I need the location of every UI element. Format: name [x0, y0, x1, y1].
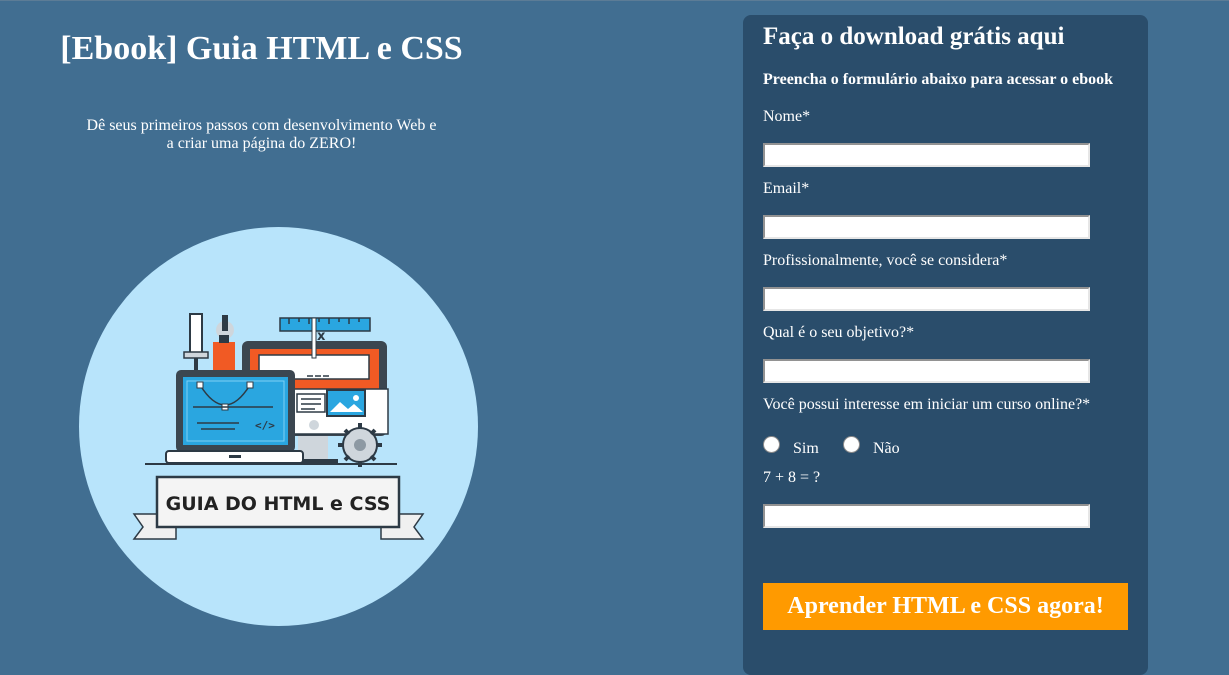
email-label: Email* [763, 180, 810, 197]
top-divider [0, 0, 1229, 1]
goal-field[interactable] [763, 359, 1090, 383]
download-form-card: Faça o download grátis aqui Preencha o f… [743, 15, 1148, 675]
close-glyph: x [317, 329, 326, 344]
captcha-field[interactable] [763, 504, 1090, 528]
name-label: Nome* [763, 108, 811, 125]
page-title: [Ebook] Guia HTML e CSS [60, 30, 463, 67]
form-title: Faça o download grátis aqui [763, 23, 1065, 50]
ebook-cover-illustration: x </> GUIA DO HTML e CSS [79, 227, 478, 626]
hero-subtitle-line-1: Dê seus primeiros passos com desenvolvim… [86, 117, 437, 134]
ebook-banner: GUIA DO HTML e CSS [132, 475, 425, 540]
goal-label: Qual é o seu objetivo?* [763, 324, 915, 341]
hero-subtitle-line-2: a criar uma página do ZERO! [166, 135, 357, 152]
submit-button[interactable]: Aprender HTML e CSS agora! [763, 583, 1128, 630]
name-field[interactable] [763, 143, 1090, 167]
profession-field[interactable] [763, 287, 1090, 311]
profession-label: Profissionalmente, você se considera* [763, 252, 1008, 269]
ebook-banner-text: GUIA DO HTML e CSS [166, 493, 391, 515]
captcha-label: 7 + 8 = ? [763, 469, 821, 486]
ebook-illustration-svg: x </> GUIA DO HTML e CSS [132, 313, 425, 540]
hero-subtitle: Dê seus primeiros passos com desenvolvim… [80, 117, 443, 153]
radio-sim-label: Sim [793, 440, 819, 457]
form-subtitle: Preencha o formulário abaixo para acessa… [763, 71, 1114, 88]
email-field[interactable] [763, 215, 1090, 239]
radio-nao[interactable] [843, 436, 860, 453]
course-interest-label: Você possui interesse em iniciar um curs… [763, 396, 1091, 413]
radio-sim[interactable] [763, 436, 780, 453]
code-glyph: </> [255, 419, 275, 432]
radio-nao-label: Não [873, 440, 900, 457]
